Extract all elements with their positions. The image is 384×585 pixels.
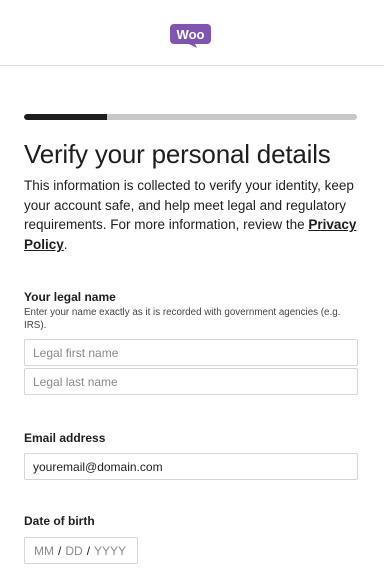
dob-year-input[interactable]: YYYY — [94, 544, 126, 558]
dob-label: Date of birth — [24, 514, 95, 528]
progress-fill — [24, 114, 108, 120]
intro-text: This information is collected to verify … — [24, 176, 364, 255]
dob-separator: / — [86, 543, 91, 558]
dob-day-input[interactable]: DD — [65, 544, 82, 558]
legal-first-name-input[interactable] — [24, 339, 358, 366]
progress-bar — [24, 114, 357, 120]
email-input[interactable] — [24, 453, 358, 480]
page-title: Verify your personal details — [24, 139, 331, 169]
date-of-birth-field[interactable]: MM / DD / YYYY — [24, 537, 138, 564]
legal-name-help: Enter your name exactly as it is recorde… — [24, 307, 341, 331]
email-label: Email address — [24, 431, 106, 445]
top-bar: Woo — [0, 0, 384, 66]
legal-last-name-input[interactable] — [24, 368, 358, 395]
legal-name-label: Your legal name — [24, 290, 116, 304]
dob-separator: / — [58, 543, 62, 558]
svg-text:Woo: Woo — [177, 27, 205, 42]
intro-end: . — [63, 237, 68, 253]
dob-month-input[interactable]: MM — [34, 544, 54, 558]
intro-body: This information is collected to verify … — [24, 178, 354, 233]
woo-logo: Woo — [170, 24, 211, 48]
